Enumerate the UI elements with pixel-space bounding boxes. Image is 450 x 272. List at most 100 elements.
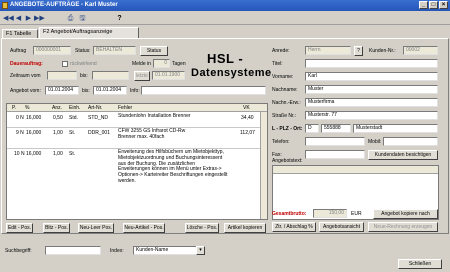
auftrag-field[interactable]: 000000001 [33, 46, 71, 55]
angebot-bis-label: bis: [82, 88, 90, 94]
titel-label: Titel: [272, 61, 283, 67]
close-window-button[interactable]: × [439, 1, 448, 9]
kunden-nr-label: Kunden-Nr.: [369, 48, 396, 54]
nachn-erw-label: Nachn.-Erw.: [272, 100, 301, 106]
print-icon[interactable]: ⎙ [66, 15, 75, 23]
info-label: Info: [130, 88, 140, 94]
angebot-vom-label: Angebot vom: [10, 88, 41, 94]
row-pct: 16,000 [26, 115, 42, 121]
dauerauftrag-label: Dauerauftrag: [10, 61, 43, 67]
ort-field[interactable]: Musterstadt [353, 124, 438, 133]
kunden-nr-field[interactable]: 00002 [403, 46, 438, 55]
row-einh: Std. [69, 115, 78, 121]
save-icon[interactable]: 🖫 [78, 15, 87, 23]
titel-field[interactable] [305, 59, 438, 68]
prev-record-icon[interactable]: ◀ [14, 15, 23, 23]
zahlung-abschlag-button[interactable]: Ztr. / Abschlag % [272, 222, 316, 232]
zeitraum-von-field[interactable] [47, 71, 77, 80]
nachn-erw-field[interactable]: Musterfirma [305, 98, 438, 107]
neu-leer-pos-button[interactable]: Neu-Leer Pos. [78, 223, 114, 233]
angebot-vom-field[interactable]: 01.01.2004 [45, 86, 79, 95]
status-label: Status: [75, 48, 91, 54]
anrede-lookup-button[interactable]: ? [354, 46, 363, 56]
logo-line2: Datensysteme [191, 67, 272, 79]
row-anz: 1,00 [53, 151, 63, 157]
rueckwirkend-checkbox[interactable] [62, 61, 68, 67]
row-pct: 16,000 [26, 130, 42, 136]
maximize-button[interactable]: □ [429, 1, 438, 9]
angebot-bis-field[interactable]: 01.01.2004 [93, 86, 127, 95]
angebotsansicht-button[interactable]: Angebotsansicht [319, 222, 364, 232]
application-window: ANGEBOTE-AUFTRÄGE - Karl Muster _ □ × ◀◀… [0, 0, 450, 272]
melde-field[interactable]: 0 [153, 59, 170, 68]
help-icon[interactable]: ? [115, 15, 124, 23]
angebot-kopiere-button[interactable]: Angebot kopiere nach [373, 209, 438, 219]
telefon-field[interactable] [305, 137, 365, 146]
index-label: Index: [110, 248, 124, 254]
next-record-icon[interactable]: ▶ [24, 15, 33, 23]
title-bar: ANGEBOTE-AUFTRÄGE - Karl Muster _ □ × [0, 0, 450, 11]
status-button[interactable]: Status [140, 46, 168, 56]
index-dropdown-icon[interactable]: ▾ [196, 246, 205, 255]
rueckwirkend-label: rückwirkend [70, 61, 97, 67]
vorname-field[interactable]: Karl [305, 72, 438, 81]
tab-tabelle[interactable]: F1 Tabelle [2, 29, 38, 38]
neue-rechnung-button[interactable]: Neue-Rechnung erzeugen [368, 222, 438, 232]
telefon-label: Telefon: [272, 139, 290, 145]
suchbegriff-field[interactable] [45, 246, 101, 255]
anrede-field[interactable]: Herrn [305, 46, 351, 55]
suchbegriff-label: Suchbegriff: [5, 248, 32, 254]
grid-scrollbar[interactable] [260, 112, 267, 219]
letzte-field[interactable]: 01.01.1900 [152, 71, 185, 80]
currency-label: EUR [351, 211, 362, 217]
anrede-label: Anrede: [272, 48, 290, 54]
row-pct: 16,000 [26, 151, 42, 157]
bltz-pos-button[interactable]: Bltz - Pos. [43, 223, 70, 233]
logo-line1: HSL - [207, 51, 244, 66]
row-anz: 0,50 [53, 115, 63, 121]
land-field[interactable]: D [305, 124, 319, 133]
tagen-label: Tagen [172, 61, 186, 67]
col-header-vk: VK [243, 105, 250, 111]
last-record-icon[interactable]: ▶▶ [34, 15, 45, 23]
plz-ort-label: L - PLZ - Ort: [272, 126, 303, 132]
row-vk: 112,07 [240, 130, 255, 136]
zeitraum-label: Zeitraum vom [10, 73, 41, 79]
tab-angebot-anzeige[interactable]: F2 Angebot/Auftragsanzeige [39, 27, 139, 38]
neu-artikel-pos-button[interactable]: Neu-Artikel - Pos. [123, 223, 165, 233]
first-record-icon[interactable]: ◀◀ [3, 15, 14, 23]
nachname-label: Nachname: [272, 87, 298, 93]
row-text: Erweiterung des Hilfsbüchern um Mietobje… [118, 149, 228, 184]
gesamtbrutto-field: 150,00 [313, 209, 347, 218]
plz-field[interactable]: 555888 [321, 124, 351, 133]
col-header-p: P. [12, 105, 17, 111]
col-header-artnr: Art-Nr. [88, 105, 103, 111]
window-title: ANGEBOTE-AUFTRÄGE - Karl Muster [10, 2, 118, 8]
row-artnr: STD_ND [88, 115, 109, 121]
row-text: CFW 3255 GS Infrarot CD-Rw Brenner max. … [118, 128, 186, 140]
loesche-pos-button[interactable]: Lösche - Pos. [185, 223, 219, 233]
row-vk: 34,40 [241, 115, 254, 121]
index-select[interactable]: Kunden-Name [133, 246, 205, 255]
schliessen-button[interactable]: Schließen [398, 259, 442, 269]
fax-field[interactable] [305, 150, 365, 159]
kundendaten-button[interactable]: Kundendaten besichtigen [368, 150, 438, 160]
strasse-label: Straße Nr.: [272, 113, 297, 119]
strasse-field[interactable]: Musterstr. 77 [305, 111, 438, 120]
positions-grid[interactable]: P. % Anz. Einh. Art-Nr. Fehler VK 0 N 16… [6, 103, 268, 220]
edit-pos-button[interactable]: Edit - Pos. [6, 223, 33, 233]
grid-header: P. % Anz. Einh. Art-Nr. Fehler VK [7, 104, 267, 112]
row-artnr: DDR_001 [88, 130, 110, 136]
zeitraum-bis-field[interactable] [92, 71, 129, 80]
row-pos: 10 N [14, 151, 25, 157]
app-icon [2, 2, 8, 9]
status-field[interactable]: BEHALTEN [93, 46, 136, 55]
info-field[interactable] [141, 86, 266, 95]
gesamtbrutto-label: Gesamtbrutto: [272, 211, 307, 217]
minimize-button[interactable]: _ [419, 1, 428, 9]
mobil-field[interactable] [383, 137, 438, 146]
row-pos: 0 N [16, 115, 24, 121]
letzte-button[interactable]: letzte [134, 71, 150, 81]
nachname-field[interactable]: Muster [305, 85, 438, 94]
artikel-kopieren-button[interactable]: Artikel kopieren [224, 223, 266, 233]
